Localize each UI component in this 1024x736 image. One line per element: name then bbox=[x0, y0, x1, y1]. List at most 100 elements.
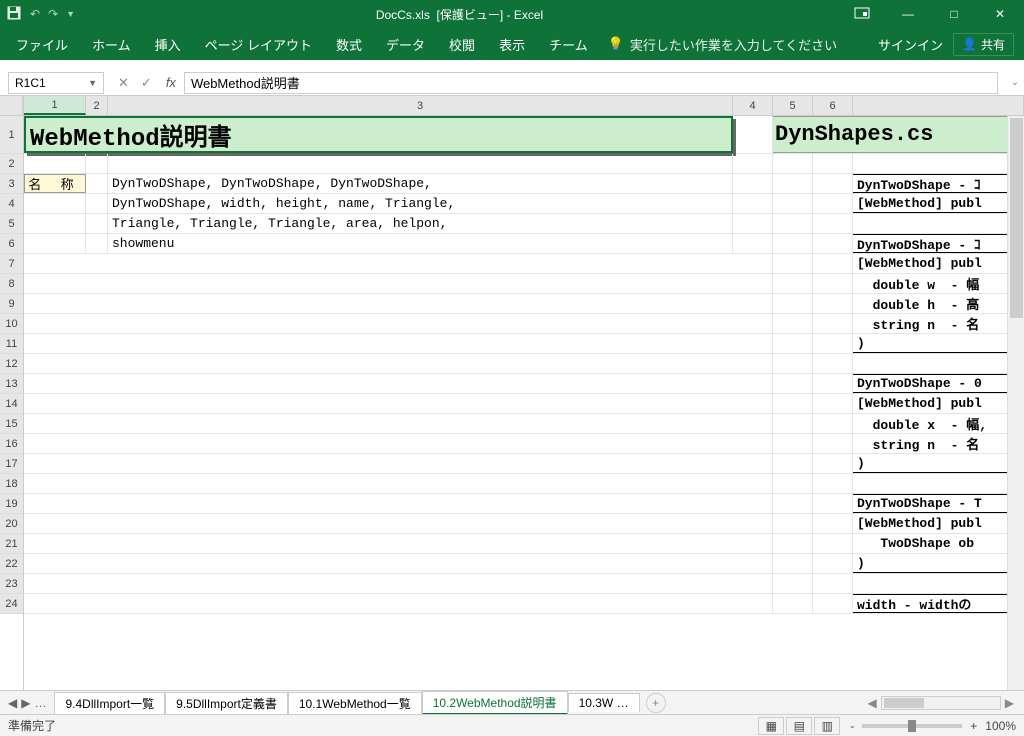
save-icon[interactable] bbox=[6, 5, 22, 24]
col-header[interactable]: 3 bbox=[108, 96, 733, 115]
sheet-tab[interactable]: 10.1WebMethod一覧 bbox=[288, 692, 422, 714]
view-pagebreak-icon[interactable]: ▥ bbox=[814, 717, 840, 735]
zoom-out-button[interactable]: - bbox=[850, 719, 854, 733]
title-cell[interactable]: WebMethod説明書 bbox=[24, 116, 733, 153]
col-header[interactable]: 4 bbox=[733, 96, 773, 115]
title-cell[interactable]: DynShapes.cs bbox=[773, 116, 1024, 153]
col-header[interactable] bbox=[853, 96, 1024, 115]
sheet-tab[interactable]: 10.3W … bbox=[568, 693, 640, 712]
tab-formulas[interactable]: 数式 bbox=[324, 28, 374, 60]
row-header[interactable]: 13 bbox=[0, 374, 23, 394]
tab-pagelayout[interactable]: ページ レイアウト bbox=[193, 28, 324, 60]
ribbon-options-icon[interactable] bbox=[848, 7, 876, 22]
data-cell[interactable]: double h - 高 bbox=[853, 294, 1024, 313]
col-header[interactable]: 5 bbox=[773, 96, 813, 115]
col-header[interactable]: 1 bbox=[24, 96, 86, 115]
data-cell[interactable]: DynTwoDShape - ｺ bbox=[853, 234, 1024, 253]
row-header[interactable]: 7 bbox=[0, 254, 23, 274]
row-header[interactable]: 1 bbox=[0, 116, 23, 154]
tab-insert[interactable]: 挿入 bbox=[143, 28, 193, 60]
row-header[interactable]: 2 bbox=[0, 154, 23, 174]
row-header[interactable]: 6 bbox=[0, 234, 23, 254]
row-header[interactable]: 19 bbox=[0, 494, 23, 514]
fx-label[interactable]: fx bbox=[166, 75, 184, 90]
label-cell[interactable]: 名 称 bbox=[24, 174, 86, 193]
enter-icon[interactable]: ✓ bbox=[141, 75, 152, 91]
zoom-in-button[interactable]: + bbox=[970, 719, 977, 733]
data-cell[interactable]: TwoDShape ob bbox=[853, 534, 1024, 553]
zoom-level[interactable]: 100% bbox=[985, 719, 1016, 733]
redo-icon[interactable]: ↷ bbox=[48, 7, 58, 21]
data-cell[interactable]: [WebMethod] publ bbox=[853, 254, 1024, 273]
worksheet[interactable]: WebMethod説明書 DynShapes.cs 名 称 DynTwoDSha… bbox=[24, 116, 1024, 614]
tab-data[interactable]: データ bbox=[374, 28, 437, 60]
sheet-tab[interactable]: 9.4DllImport一覧 bbox=[54, 692, 165, 714]
data-cell[interactable]: DynTwoDShape, width, height, name, Trian… bbox=[108, 194, 733, 213]
tab-nav-prev[interactable]: ◀ bbox=[8, 696, 17, 710]
data-cell[interactable]: string n - 名 bbox=[853, 434, 1024, 453]
row-header[interactable]: 20 bbox=[0, 514, 23, 534]
data-cell[interactable]: Triangle, Triangle, Triangle, area, help… bbox=[108, 214, 733, 233]
row-header[interactable]: 3 bbox=[0, 174, 23, 194]
tab-home[interactable]: ホーム bbox=[80, 28, 143, 60]
data-cell[interactable]: double w - 幅 bbox=[853, 274, 1024, 293]
minimize-button[interactable]: ― bbox=[894, 7, 922, 21]
maximize-button[interactable]: □ bbox=[940, 7, 968, 21]
name-box[interactable]: R1C1▼ bbox=[8, 72, 104, 94]
chevron-down-icon[interactable]: ▼ bbox=[88, 78, 97, 88]
row-header[interactable]: 22 bbox=[0, 554, 23, 574]
tab-nav-more[interactable]: … bbox=[34, 696, 46, 710]
col-header[interactable]: 2 bbox=[86, 96, 108, 115]
data-cell[interactable]: ) bbox=[853, 554, 1024, 573]
data-cell[interactable]: string n - 名 bbox=[853, 314, 1024, 333]
tab-team[interactable]: チーム bbox=[537, 28, 600, 60]
data-cell[interactable]: ) bbox=[853, 454, 1024, 473]
data-cell[interactable]: [WebMethod] publ bbox=[853, 194, 1024, 213]
row-header[interactable]: 11 bbox=[0, 334, 23, 354]
data-cell[interactable]: DynTwoDShape - ｺ bbox=[853, 174, 1024, 193]
tab-nav-next[interactable]: ▶ bbox=[21, 696, 30, 710]
add-sheet-button[interactable]: + bbox=[646, 693, 666, 713]
col-header[interactable]: 6 bbox=[813, 96, 853, 115]
row-header[interactable]: 12 bbox=[0, 354, 23, 374]
tab-view[interactable]: 表示 bbox=[487, 28, 537, 60]
row-header[interactable]: 17 bbox=[0, 454, 23, 474]
data-cell[interactable]: DynTwoDShape - Т bbox=[853, 494, 1024, 513]
data-cell[interactable]: [WebMethod] publ bbox=[853, 394, 1024, 413]
data-cell[interactable]: width - widthの bbox=[853, 594, 1024, 613]
tell-me[interactable]: 💡 実行したい作業を入力してください bbox=[600, 35, 845, 54]
row-header[interactable]: 23 bbox=[0, 574, 23, 594]
share-button[interactable]: 👤 共有 bbox=[953, 33, 1014, 56]
close-button[interactable]: ✕ bbox=[986, 7, 1014, 21]
cancel-icon[interactable]: ✕ bbox=[118, 75, 129, 91]
data-cell[interactable]: showmenu bbox=[108, 234, 733, 253]
row-header[interactable]: 18 bbox=[0, 474, 23, 494]
row-header[interactable]: 9 bbox=[0, 294, 23, 314]
view-pagelayout-icon[interactable]: ▤ bbox=[786, 717, 812, 735]
data-cell[interactable]: double x - 幅, bbox=[853, 414, 1024, 433]
vertical-scrollbar[interactable] bbox=[1007, 116, 1024, 690]
tab-file[interactable]: ファイル bbox=[4, 28, 80, 60]
data-cell[interactable]: DynTwoDShape - 0 bbox=[853, 374, 1024, 393]
signin-link[interactable]: サインイン bbox=[868, 35, 953, 54]
row-header[interactable]: 8 bbox=[0, 274, 23, 294]
row-header[interactable]: 14 bbox=[0, 394, 23, 414]
sheet-tab[interactable]: 9.5DllImport定義書 bbox=[165, 692, 288, 714]
select-all-corner[interactable] bbox=[0, 96, 23, 116]
row-header[interactable]: 16 bbox=[0, 434, 23, 454]
data-cell[interactable]: [WebMethod] publ bbox=[853, 514, 1024, 533]
data-cell[interactable]: ) bbox=[853, 334, 1024, 353]
sheet-tab-active[interactable]: 10.2WebMethod説明書 bbox=[422, 691, 568, 715]
row-header[interactable]: 15 bbox=[0, 414, 23, 434]
horizontal-scrollbar[interactable]: ◀ ▶ bbox=[672, 696, 1024, 710]
row-header[interactable]: 10 bbox=[0, 314, 23, 334]
row-header[interactable]: 21 bbox=[0, 534, 23, 554]
tab-review[interactable]: 校閲 bbox=[437, 28, 487, 60]
expand-formula-icon[interactable]: ⌄ bbox=[1006, 77, 1024, 88]
zoom-slider[interactable] bbox=[862, 724, 962, 728]
row-header[interactable]: 24 bbox=[0, 594, 23, 614]
row-header[interactable]: 4 bbox=[0, 194, 23, 214]
formula-input[interactable]: WebMethod説明書 bbox=[184, 72, 998, 94]
undo-icon[interactable]: ↶ bbox=[30, 7, 40, 21]
qat-dropdown-icon[interactable]: ▼ bbox=[66, 9, 75, 19]
